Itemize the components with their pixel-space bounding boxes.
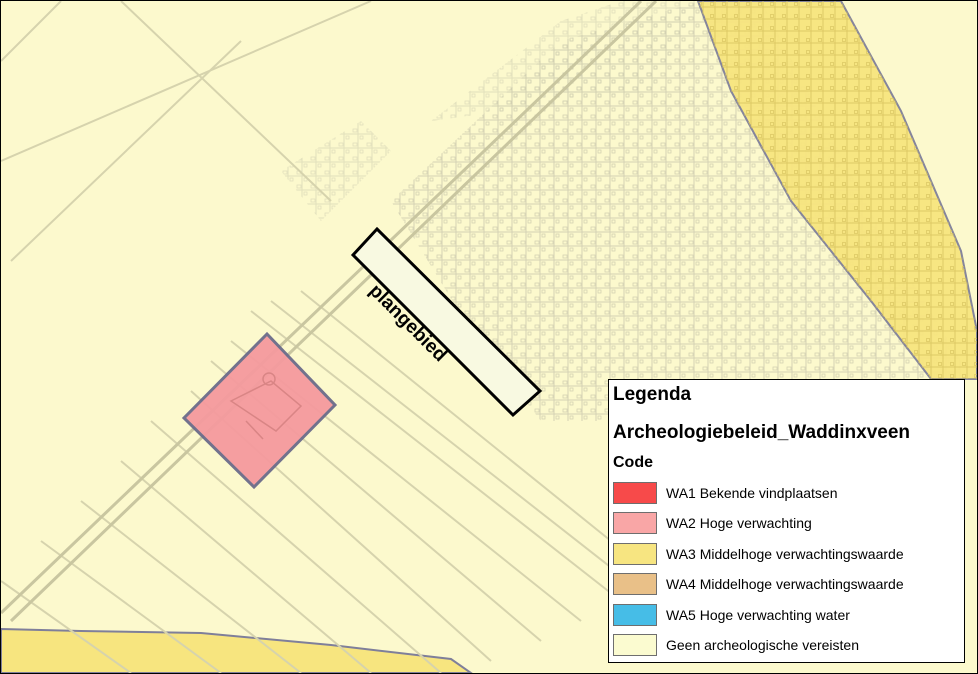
map-canvas[interactable]: plangebied Legenda Archeologiebeleid_Wad… (0, 0, 978, 674)
legend-item-none: Geen archeologische vereisten (613, 634, 958, 658)
legend-item-label: WA3 Middelhoge verwachtingswaarde (666, 546, 904, 562)
legend-item-label: WA2 Hoge verwachting (666, 515, 812, 531)
legend-swatch (613, 482, 657, 504)
legend-title: Legenda (613, 384, 692, 405)
legend-item-wa2: WA2 Hoge verwachting (613, 512, 958, 536)
legend-item-label: WA5 Hoge verwachting water (666, 607, 850, 623)
legend-swatch (613, 604, 657, 626)
legend-item-wa1: WA1 Bekende vindplaatsen (613, 482, 958, 506)
legend-layer-name: Archeologiebeleid_Waddinxveen (613, 422, 911, 443)
legend-item-label: Geen archeologische vereisten (666, 637, 860, 653)
legend-swatch (613, 512, 657, 534)
legend-swatch (613, 573, 657, 595)
legend-swatch (613, 543, 657, 565)
legend-item-label: WA4 Middelhoge verwachtingswaarde (666, 576, 904, 592)
legend-item-label: WA1 Bekende vindplaatsen (666, 485, 838, 501)
legend-swatch (613, 634, 657, 656)
legend-item-wa4: WA4 Middelhoge verwachtingswaarde (613, 573, 958, 597)
map-legend: Legenda Archeologiebeleid_Waddinxveen Co… (608, 379, 965, 663)
legend-item-wa3: WA3 Middelhoge verwachtingswaarde (613, 543, 958, 567)
legend-item-wa5: WA5 Hoge verwachting water (613, 604, 958, 628)
legend-field-name: Code (613, 454, 653, 471)
